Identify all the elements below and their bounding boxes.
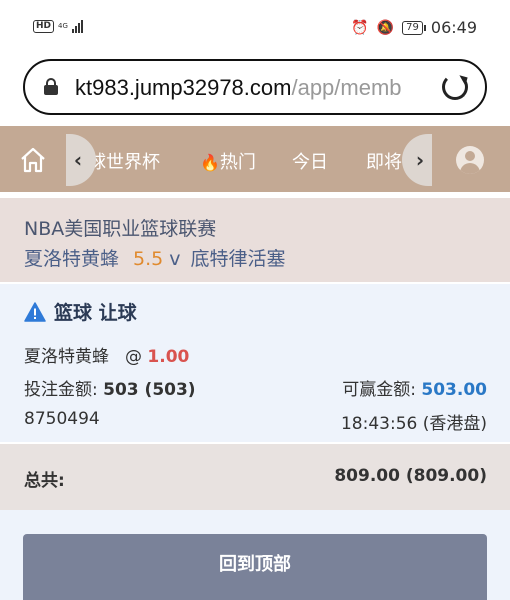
alarm-icon: ⏰ xyxy=(351,19,369,36)
back-to-top-button[interactable]: 回到顶部 xyxy=(23,534,487,600)
status-left: HD 4G xyxy=(33,20,83,33)
nav-item-world-cup[interactable]: 球世界杯 xyxy=(88,148,160,174)
url-path: /app/memb xyxy=(291,75,402,100)
nav-item-today[interactable]: 今日 xyxy=(292,148,328,174)
url-text[interactable]: kt983.jump32978.com/app/memb xyxy=(75,75,445,101)
bottom-area: 回到顶部 xyxy=(0,510,510,600)
status-bar: HD 4G ⏰ 🔕 79 06:49 xyxy=(0,0,510,56)
potential-win-row: 可赢金额: 503.00 xyxy=(342,375,487,400)
nav-item-hot-label: 热门 xyxy=(219,152,256,173)
total-row: 总共: 809.00 (809.00) xyxy=(0,444,510,510)
bet-card: 篮球 让球 夏洛特黄蜂 @ 1.00 投注金额: 503 (503) 可赢金额: … xyxy=(0,284,510,442)
versus: v xyxy=(169,248,181,270)
stake-row: 投注金额: 503 (503) xyxy=(24,375,196,400)
match-teams: 夏洛特黄蜂 5.5 v 底特律活塞 xyxy=(24,244,286,271)
total-label: 总共: xyxy=(24,471,65,491)
stake-label: 投注金额: xyxy=(24,380,98,400)
home-icon[interactable] xyxy=(20,147,46,173)
nav-item-hot[interactable]: 🔥热门 xyxy=(200,148,256,174)
bet-pick: 夏洛特黄蜂 @ 1.00 xyxy=(24,342,189,367)
league-name: NBA美国职业篮球联赛 xyxy=(24,218,217,240)
bet-type-title: 篮球 让球 xyxy=(24,298,137,325)
mute-bell-icon: 🔕 xyxy=(376,19,395,36)
flame-icon: 🔥 xyxy=(200,153,220,172)
user-avatar-icon[interactable] xyxy=(456,146,484,174)
away-team: 底特律活塞 xyxy=(190,248,286,270)
bet-time: 18:43:56 (香港盘) xyxy=(340,414,487,434)
signal-icon xyxy=(71,20,83,33)
status-right: ⏰ 🔕 79 06:49 xyxy=(351,18,477,37)
at-sign: @ xyxy=(125,347,142,367)
match-header: NBA美国职业篮球联赛 夏洛特黄蜂 5.5 v 底特律活塞 xyxy=(0,198,510,282)
chevron-right-icon[interactable]: › xyxy=(402,134,432,186)
nav-item-upcoming[interactable]: 即将 xyxy=(366,148,402,174)
odds-value: 1.00 xyxy=(147,347,190,367)
clock: 06:49 xyxy=(430,18,477,37)
ticket-id: 8750494 xyxy=(24,409,100,429)
pick-team: 夏洛特黄蜂 xyxy=(24,347,109,367)
win-label: 可赢金额: xyxy=(342,380,416,400)
network-label: 4G xyxy=(58,22,68,30)
category-nav: 球世界杯 🔥热门 今日 即将 ‹ › xyxy=(0,126,510,192)
lock-icon[interactable] xyxy=(44,78,58,95)
total-value: 809.00 (809.00) xyxy=(334,466,487,486)
chevron-left-icon[interactable]: ‹ xyxy=(66,134,96,186)
bet-type-label: 篮球 让球 xyxy=(54,302,137,324)
battery-icon: 79 xyxy=(402,20,426,35)
handicap-line: 5.5 xyxy=(133,248,164,270)
hd-icon: HD xyxy=(33,20,55,33)
reload-icon[interactable] xyxy=(442,74,468,100)
network-type: 4G xyxy=(58,23,68,30)
address-bar[interactable]: kt983.jump32978.com/app/memb xyxy=(23,59,487,115)
warning-icon xyxy=(24,301,46,322)
home-team: 夏洛特黄蜂 xyxy=(24,248,120,270)
stake-value: 503 (503) xyxy=(103,380,196,400)
win-value: 503.00 xyxy=(421,380,487,400)
url-host: kt983.jump32978.com xyxy=(75,75,292,100)
